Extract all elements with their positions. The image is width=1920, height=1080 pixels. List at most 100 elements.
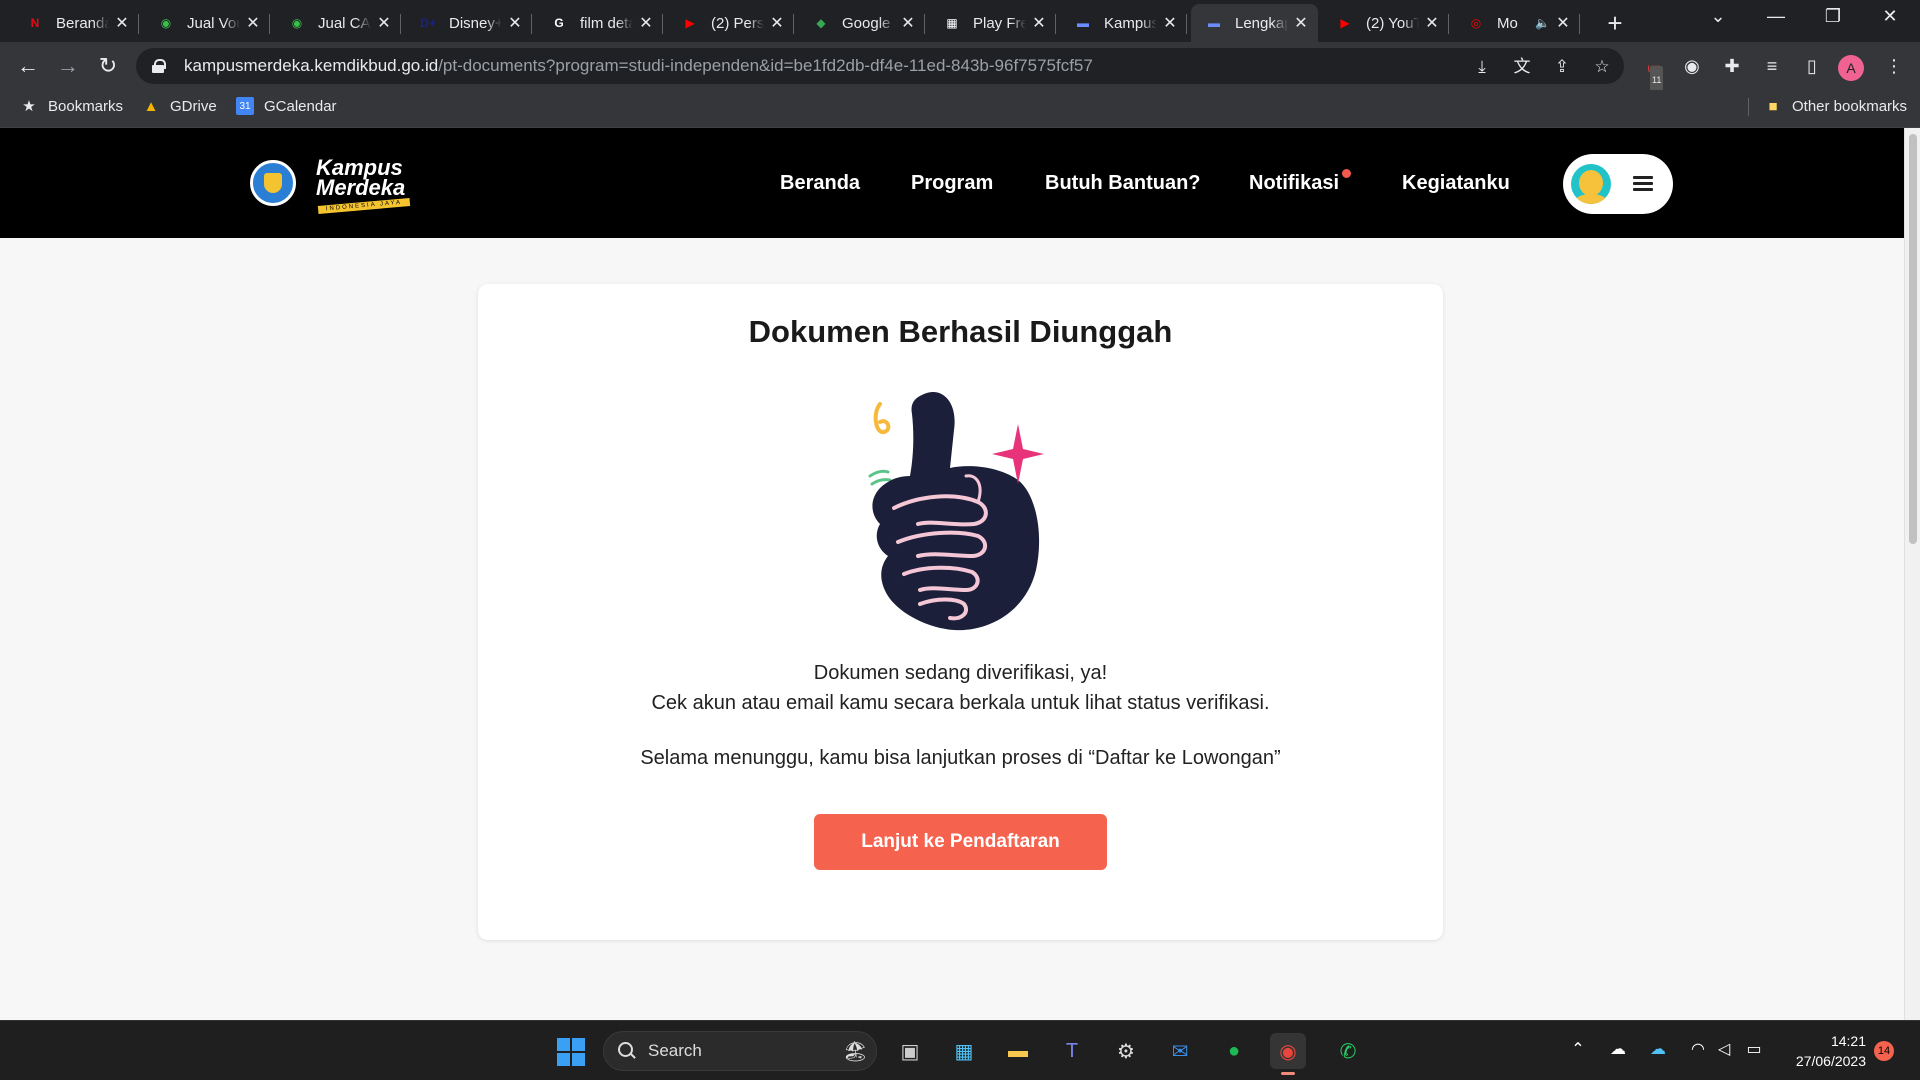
file-explorer-icon[interactable]: ▬ xyxy=(1000,1033,1036,1069)
back-arrow-icon[interactable]: ← xyxy=(14,52,42,80)
taskbar-clock[interactable]: 14:21 27/06/2023 xyxy=(1784,1031,1866,1071)
tab-search-chevron-icon[interactable]: ⌄ xyxy=(1698,6,1738,27)
youtube-icon: ▶ xyxy=(685,16,695,30)
verification-message: Dokumen sedang diverifikasi, ya! xyxy=(813,662,1108,684)
browser-tab[interactable]: ▶ (2) YouTube✕ xyxy=(1322,4,1449,42)
browser-tab[interactable]: ◆ Google ✕ xyxy=(798,4,925,42)
new-tab-button[interactable]: + xyxy=(1600,8,1630,39)
extension-badge-icon[interactable]: un11 xyxy=(1640,52,1668,94)
windows-start-icon[interactable] xyxy=(557,1038,585,1066)
continue-registration-button[interactable]: Lanjut ke Pendaftaran xyxy=(814,814,1107,870)
browser-tab[interactable]: ▶ (2) Persi ✕ xyxy=(667,4,794,42)
user-avatar[interactable] xyxy=(1571,164,1611,204)
onedrive-business-icon[interactable]: ☁ xyxy=(1646,1039,1670,1059)
translate-icon[interactable]: 文 xyxy=(1512,57,1532,77)
taskbar-search[interactable]: Search 🏖 xyxy=(603,1031,877,1071)
user-menu-pill[interactable] xyxy=(1563,154,1673,214)
reload-icon[interactable]: ↻ xyxy=(94,52,122,80)
close-tab-icon[interactable]: ✕ xyxy=(1030,13,1048,33)
browser-tab[interactable]: ▬ Kampus ✕ xyxy=(1060,4,1187,42)
close-tab-icon[interactable]: ✕ xyxy=(244,13,262,33)
tab-title: (2) YouTube xyxy=(1366,14,1419,32)
puzzle-extensions-icon[interactable]: ✚ xyxy=(1718,52,1746,80)
restore-window-button[interactable]: ❐ xyxy=(1813,6,1853,27)
scrollbar-thumb[interactable] xyxy=(1909,134,1917,544)
spotify-icon[interactable]: ● xyxy=(1216,1033,1252,1069)
disney-icon: D+ xyxy=(420,16,436,30)
hamburger-menu-icon[interactable] xyxy=(1633,176,1653,192)
netflix-icon: N xyxy=(30,16,40,30)
browser-tab[interactable]: Gfilm detail✕ xyxy=(536,4,663,42)
kampus-icon: ▬ xyxy=(1077,16,1089,30)
share-icon[interactable]: ⇪ xyxy=(1552,57,1572,77)
show-hidden-icons-chevron-icon[interactable]: ⌃ xyxy=(1566,1039,1590,1059)
close-tab-icon[interactable]: ✕ xyxy=(375,13,393,33)
whatsapp-icon[interactable]: ✆ xyxy=(1330,1033,1366,1069)
battery-icon[interactable]: ▭ xyxy=(1742,1039,1766,1059)
tab-title: Jual CAP xyxy=(318,14,371,32)
nav-beranda[interactable]: Beranda xyxy=(780,172,860,195)
bookmark-gdrive[interactable]: ▲ GDrive xyxy=(142,90,217,122)
kampus-merdeka-logo[interactable]: Kampus Merdeka xyxy=(316,157,405,199)
browser-tab[interactable]: ◉ Jual CAP✕ xyxy=(274,4,401,42)
search-icon xyxy=(618,1042,636,1060)
media-extension-icon[interactable]: ◉ xyxy=(1678,52,1706,80)
reading-list-icon[interactable]: ≡ xyxy=(1758,52,1786,80)
page-scrollbar[interactable] xyxy=(1904,128,1920,1020)
youtube-icon: ▶ xyxy=(1340,16,1350,30)
browser-tab[interactable]: ◎ Mo 🔈 ✕ xyxy=(1453,4,1580,42)
address-bar[interactable]: kampusmerdeka.kemdikbud.go.id/pt-documen… xyxy=(136,48,1624,84)
minimize-window-button[interactable]: — xyxy=(1756,6,1796,27)
close-tab-icon[interactable]: ✕ xyxy=(899,13,917,33)
browser-tab[interactable]: ▬ Lengkapi✕ xyxy=(1191,4,1318,42)
lock-icon[interactable] xyxy=(152,59,166,73)
browser-tab[interactable]: ▦ Play Free✕ xyxy=(929,4,1056,42)
url-host: kampusmerdeka.kemdikbud.go.id xyxy=(184,56,439,75)
onedrive-personal-icon[interactable]: ☁ xyxy=(1606,1039,1630,1059)
kemdikbud-emblem-icon[interactable] xyxy=(250,160,296,206)
tab-title: Mo xyxy=(1497,14,1518,32)
close-window-button[interactable]: ✕ xyxy=(1870,6,1910,27)
grid-icon: ▦ xyxy=(946,16,958,30)
close-tab-icon[interactable]: ✕ xyxy=(1554,13,1572,33)
close-tab-icon[interactable]: ✕ xyxy=(637,13,655,33)
close-tab-icon[interactable]: ✕ xyxy=(506,13,524,33)
side-panel-icon[interactable]: ▯ xyxy=(1798,52,1826,80)
microsoft-store-icon[interactable]: ▦ xyxy=(946,1033,982,1069)
bookmark-star-icon[interactable]: ☆ xyxy=(1592,57,1612,77)
steam-icon[interactable]: ⚙ xyxy=(1108,1033,1144,1069)
google-icon: G xyxy=(554,16,564,30)
more-menu-icon[interactable]: ⋮ xyxy=(1880,52,1908,80)
nav-butuh-bantuan[interactable]: Butuh Bantuan? xyxy=(1045,172,1201,195)
close-tab-icon[interactable]: ✕ xyxy=(1292,13,1310,33)
browser-tab[interactable]: ◉ Jual Voucher✕ xyxy=(143,4,270,42)
profile-avatar[interactable]: A xyxy=(1838,55,1864,81)
forward-arrow-icon[interactable]: → xyxy=(54,52,82,80)
browser-toolbar: ← → ↻ kampusmerdeka.kemdikbud.go.id/pt-d… xyxy=(0,42,1920,94)
close-tab-icon[interactable]: ✕ xyxy=(1161,13,1179,33)
volume-icon[interactable]: ◁ xyxy=(1712,1039,1736,1059)
teams-icon[interactable]: T xyxy=(1054,1033,1090,1069)
upload-success-card: Dokumen Berhasil Diunggah Dokumen sedang… xyxy=(478,284,1443,940)
nav-notifikasi[interactable]: Notifikasi xyxy=(1249,172,1339,195)
tab-audio-icon[interactable]: 🔈 xyxy=(1535,16,1550,30)
nav-kegiatanku[interactable]: Kegiatanku xyxy=(1402,172,1510,195)
bookmark-bookmarks[interactable]: ★ Bookmarks xyxy=(20,90,123,122)
browser-tab[interactable]: D+ Disney+ ✕ xyxy=(405,4,532,42)
bookmarks-bar: ★ Bookmarks ▲ GDrive 31 GCalendar ■ Other bo… xyxy=(0,90,1920,128)
browser-tab[interactable]: N Beranda ✕ xyxy=(12,4,139,42)
task-view-icon[interactable]: ▣ xyxy=(892,1033,928,1069)
close-tab-icon[interactable]: ✕ xyxy=(113,13,131,33)
wifi-icon[interactable]: ◠ xyxy=(1686,1039,1710,1059)
bookmark-gcalendar[interactable]: 31 GCalendar xyxy=(236,90,337,122)
tab-title: (2) Persi xyxy=(711,14,764,32)
tab-title: Play Free xyxy=(973,14,1026,32)
notification-count-badge[interactable]: 14 xyxy=(1874,1041,1894,1061)
install-app-icon[interactable]: ⤓ xyxy=(1472,57,1492,77)
close-tab-icon[interactable]: ✕ xyxy=(1423,13,1441,33)
close-tab-icon[interactable]: ✕ xyxy=(768,13,786,33)
nav-program[interactable]: Program xyxy=(911,172,993,195)
mail-icon[interactable]: ✉ xyxy=(1162,1033,1198,1069)
chrome-icon[interactable]: ◉ xyxy=(1270,1033,1306,1075)
other-bookmarks[interactable]: ■ Other bookmarks xyxy=(1764,90,1907,122)
